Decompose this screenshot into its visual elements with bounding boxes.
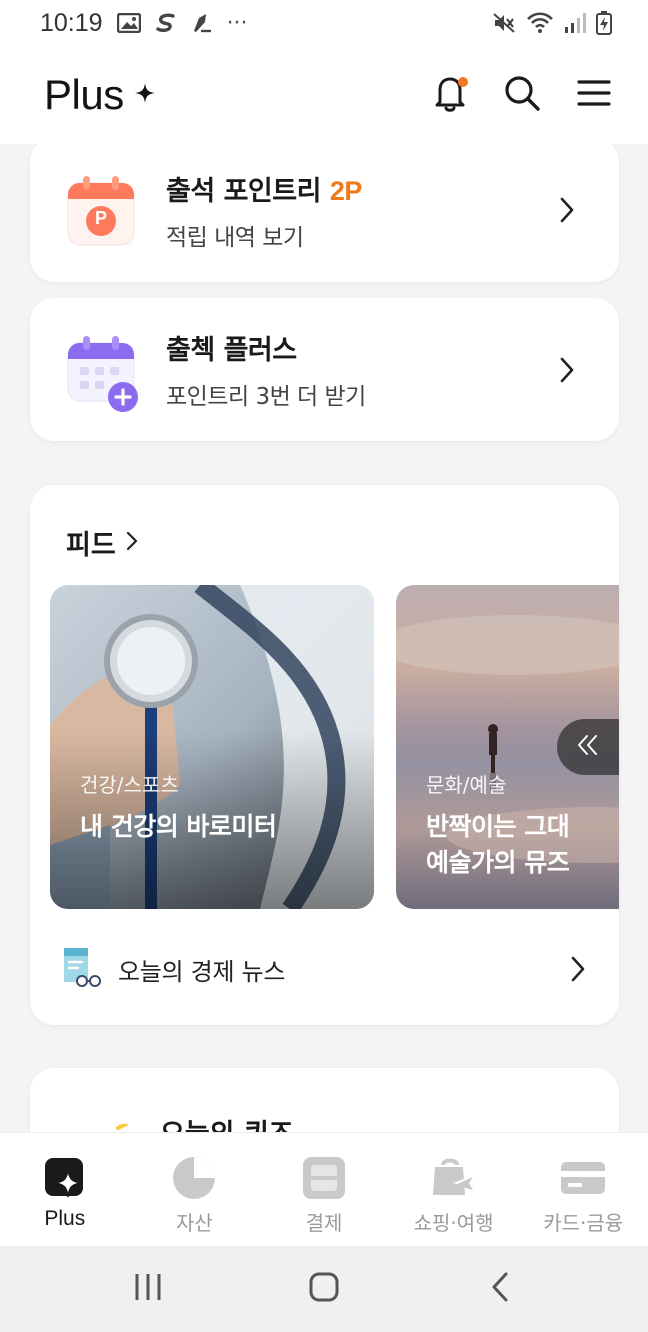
attendance-plus-card[interactable]: 출첵 플러스 포인트리 3번 더 받기 — [30, 298, 619, 441]
nav-payment[interactable]: 결제 — [259, 1133, 389, 1246]
sparkle-icon — [134, 82, 156, 108]
chevron-right-icon — [566, 956, 590, 982]
feed-title: 피드 — [66, 530, 116, 561]
nav-label: Plus — [44, 1207, 86, 1230]
plus-logo[interactable]: Plus — [44, 71, 156, 119]
signal-icon — [564, 12, 586, 34]
gallery-notification-icon — [116, 13, 141, 33]
news-reading-icon — [60, 946, 102, 992]
shopping-bag-plane-icon — [431, 1155, 477, 1201]
home-icon — [308, 1271, 340, 1307]
nav-label: 결제 — [305, 1211, 343, 1235]
attendance-title-prefix: 출석 포인트리 — [166, 175, 330, 207]
carousel-collapse-handle[interactable] — [557, 719, 619, 775]
status-bar: 10:19 ··· — [0, 0, 648, 46]
points-letter: P — [94, 208, 107, 228]
chevron-right-icon — [555, 357, 579, 382]
pie-chart-icon — [171, 1155, 217, 1201]
hamburger-menu-icon — [577, 79, 611, 111]
attendance-title: 출석 포인트리 2P — [166, 169, 555, 208]
feed-item-title: 반짝이는 그대 예술가의 뮤즈 — [426, 809, 570, 881]
economy-news-row[interactable]: 오늘의 경제 뉴스 — [60, 943, 590, 995]
nav-plus[interactable]: Plus — [0, 1133, 130, 1246]
feed-header-link[interactable]: 피드 — [66, 523, 138, 562]
feed-item-title: 내 건강의 바로미터 — [80, 809, 277, 845]
feed-card: 피드 건강/스포츠 내 건강의 바로미터 문화/예술 반짝이는 그대 예술가의 … — [30, 485, 619, 1025]
quiz-title: 오늘의 퀴즈 — [160, 1112, 294, 1132]
quiz-icon — [86, 1122, 134, 1132]
back-icon — [490, 1271, 510, 1307]
recent-apps-icon — [133, 1272, 163, 1306]
feed-item-title-line: 예술가의 뮤즈 — [426, 848, 570, 877]
nav-label: 쇼핑·여행 — [413, 1211, 494, 1235]
recent-apps-button[interactable] — [118, 1259, 178, 1319]
notification-dot — [458, 77, 468, 87]
scan-icon — [301, 1155, 347, 1201]
feed-item-health[interactable]: 건강/스포츠 내 건강의 바로미터 — [50, 585, 374, 909]
feed-item-category: 문화/예술 — [426, 773, 507, 797]
battery-charging-icon — [596, 11, 612, 35]
status-time: 10:19 — [40, 8, 103, 37]
feed-carousel[interactable]: 건강/스포츠 내 건강의 바로미터 문화/예술 반짝이는 그대 예술가의 뮤즈 — [50, 585, 619, 911]
screen: 10:19 ··· Plus P 출석 포인트리 2P 적립 내역 보기 출첵 … — [0, 0, 648, 1332]
nav-assets[interactable]: 자산 — [130, 1133, 260, 1246]
nav-label: 자산 — [175, 1211, 213, 1235]
mute-icon — [492, 12, 516, 34]
attendance-plus-subtitle: 포인트리 3번 더 받기 — [166, 384, 366, 410]
stethoscope-photo — [50, 585, 374, 909]
feed-item-title-line: 내 건강의 바로미터 — [80, 812, 277, 841]
attendance-subtitle: 적립 내역 보기 — [166, 224, 304, 251]
s-app-notification-icon — [155, 13, 177, 33]
nav-shopping-travel[interactable]: 쇼핑·여행 — [389, 1133, 519, 1246]
nav-label: 카드·금융 — [543, 1211, 624, 1235]
notification-button[interactable] — [428, 73, 472, 117]
plus-sparkle-icon — [42, 1155, 88, 1201]
card-icon — [560, 1155, 606, 1201]
quiz-card[interactable]: 오늘의 퀴즈 — [30, 1068, 619, 1132]
chevron-right-icon — [555, 197, 579, 223]
search-button[interactable] — [500, 73, 544, 117]
pen-notification-icon — [191, 12, 213, 34]
calendar-points-icon: P — [66, 173, 136, 247]
chevron-right-icon — [126, 531, 138, 555]
nav-card-finance[interactable]: 카드·금융 — [518, 1133, 648, 1246]
main-content[interactable]: P 출석 포인트리 2P 적립 내역 보기 출첵 플러스 포인트리 3번 더 받… — [0, 144, 648, 1132]
more-notifications-icon: ··· — [226, 10, 248, 36]
calendar-add-icon — [66, 333, 138, 412]
economy-news-label: 오늘의 경제 뉴스 — [118, 957, 286, 986]
home-button[interactable] — [294, 1259, 354, 1319]
feed-item-category: 건강/스포츠 — [80, 773, 179, 797]
attendance-points-value: 2P — [329, 175, 363, 206]
system-navigation-bar — [0, 1246, 648, 1332]
wifi-icon — [526, 12, 554, 34]
search-icon — [503, 74, 541, 116]
app-header: Plus — [0, 46, 648, 144]
menu-button[interactable] — [572, 73, 616, 117]
attendance-points-card[interactable]: P 출석 포인트리 2P 적립 내역 보기 — [30, 144, 619, 282]
logo-text: Plus — [44, 71, 124, 118]
double-chevron-left-icon — [576, 733, 600, 761]
back-button[interactable] — [470, 1259, 530, 1319]
feed-item-title-line: 반짝이는 그대 — [426, 812, 570, 841]
bottom-navigation: Plus 자산 결제 쇼핑·여행 카드·금융 — [0, 1132, 648, 1246]
attendance-plus-title: 출첵 플러스 — [166, 335, 297, 366]
